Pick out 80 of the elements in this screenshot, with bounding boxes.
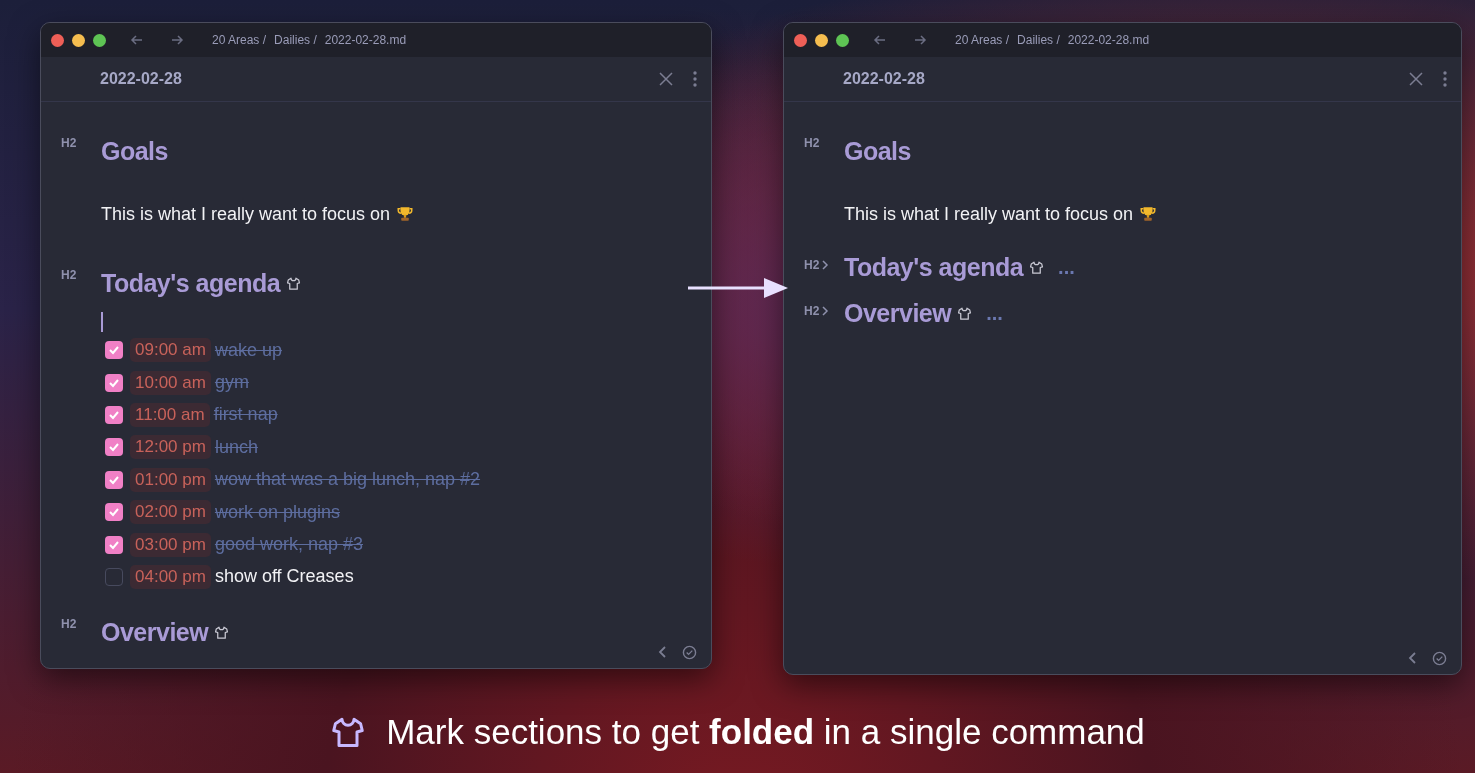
heading-level: H2: [61, 617, 77, 632]
chevron-icon[interactable]: [821, 306, 830, 316]
close-light[interactable]: [794, 33, 807, 47]
task-text: lunch: [214, 436, 258, 458]
zoom-light[interactable]: [93, 33, 106, 47]
check-icon: [108, 506, 120, 519]
chevron-left-icon[interactable]: [1408, 651, 1418, 665]
back-icon[interactable]: [873, 33, 887, 47]
shirt-icon: [1029, 259, 1045, 275]
task-text: wake up: [214, 339, 282, 361]
minimize-light[interactable]: [815, 33, 828, 47]
checkbox[interactable]: [105, 373, 123, 392]
heading: Overview: [844, 298, 952, 328]
task-text: show off Creases: [214, 566, 354, 588]
trophy-icon: [396, 205, 415, 223]
checkbox[interactable]: [105, 470, 123, 489]
time-tag: 03:00 pm: [130, 532, 211, 557]
back-icon[interactable]: [130, 33, 144, 47]
heading-level: H2: [804, 304, 820, 318]
checkbox[interactable]: [105, 535, 123, 554]
checkbox[interactable]: [105, 405, 123, 424]
chevron-left-icon[interactable]: [658, 645, 668, 659]
check-icon: [108, 344, 120, 357]
task-text: work on plugins: [214, 501, 340, 523]
check-icon: [108, 441, 120, 454]
check-circle-icon[interactable]: [1432, 651, 1447, 666]
heading-level: H2: [804, 136, 820, 150]
caption: Mark sections to get folded in a single command: [386, 712, 1145, 752]
heading-level: H2: [804, 258, 820, 272]
more-icon[interactable]: [1443, 71, 1447, 87]
shirt-icon: [957, 305, 973, 321]
breadcrumb[interactable]: Dailies /: [274, 33, 317, 47]
time-tag: 12:00 pm: [130, 435, 211, 460]
forward-icon[interactable]: [170, 33, 184, 47]
breadcrumb[interactable]: 2022-02-28.md: [1067, 33, 1150, 47]
breadcrumb[interactable]: Dailies /: [1017, 33, 1060, 47]
checkbox[interactable]: [105, 503, 123, 522]
time-tag: 01:00 pm: [130, 467, 211, 492]
zoom-light[interactable]: [836, 33, 849, 47]
more-icon[interactable]: [693, 71, 697, 87]
paragraph: This is what I really want to focus on: [101, 203, 391, 225]
shirt-icon: [214, 624, 230, 640]
shirt-icon: [286, 275, 302, 291]
time-tag: 02:00 pm: [130, 500, 211, 525]
checkbox[interactable]: [105, 567, 123, 586]
heading: Today's agenda: [101, 268, 281, 298]
heading: Overview: [101, 617, 209, 647]
heading: Goals: [844, 136, 911, 166]
time-tag: 09:00 am: [130, 338, 211, 363]
trophy-icon: [1139, 205, 1158, 223]
task-text: gym: [214, 372, 249, 394]
time-tag: 11:00 am: [130, 402, 210, 427]
time-tag: 10:00 am: [130, 370, 211, 395]
note-title: 2022-02-28: [100, 70, 183, 88]
check-circle-icon[interactable]: [682, 645, 697, 660]
checkbox[interactable]: [105, 438, 123, 457]
breadcrumb[interactable]: 20 Areas /: [212, 33, 267, 47]
heading-level: H2: [61, 136, 77, 150]
forward-icon[interactable]: [913, 33, 927, 47]
paragraph: This is what I really want to focus on: [844, 203, 1134, 225]
fold-ellipsis[interactable]: ...: [1058, 255, 1075, 279]
close-icon[interactable]: [659, 72, 673, 86]
close-icon[interactable]: [1409, 72, 1423, 86]
arrow-icon: [688, 276, 790, 300]
note-title: 2022-02-28: [843, 70, 926, 88]
time-tag: 04:00 pm: [130, 564, 211, 589]
task-text: first nap: [213, 404, 278, 426]
checkbox[interactable]: [105, 341, 123, 360]
task-text: good work, nap #3: [214, 534, 363, 556]
heading: Goals: [101, 136, 168, 166]
chevron-icon[interactable]: [821, 260, 830, 270]
breadcrumb[interactable]: 2022-02-28.md: [324, 33, 407, 47]
fold-ellipsis[interactable]: ...: [986, 301, 1003, 325]
text-cursor: [101, 312, 103, 332]
heading: Today's agenda: [844, 252, 1024, 282]
task-text: wow that was a big lunch, nap #2: [214, 469, 481, 491]
breadcrumb[interactable]: 20 Areas /: [955, 33, 1010, 47]
heading-level: H2: [61, 268, 77, 282]
close-light[interactable]: [51, 33, 64, 47]
minimize-light[interactable]: [72, 33, 85, 47]
